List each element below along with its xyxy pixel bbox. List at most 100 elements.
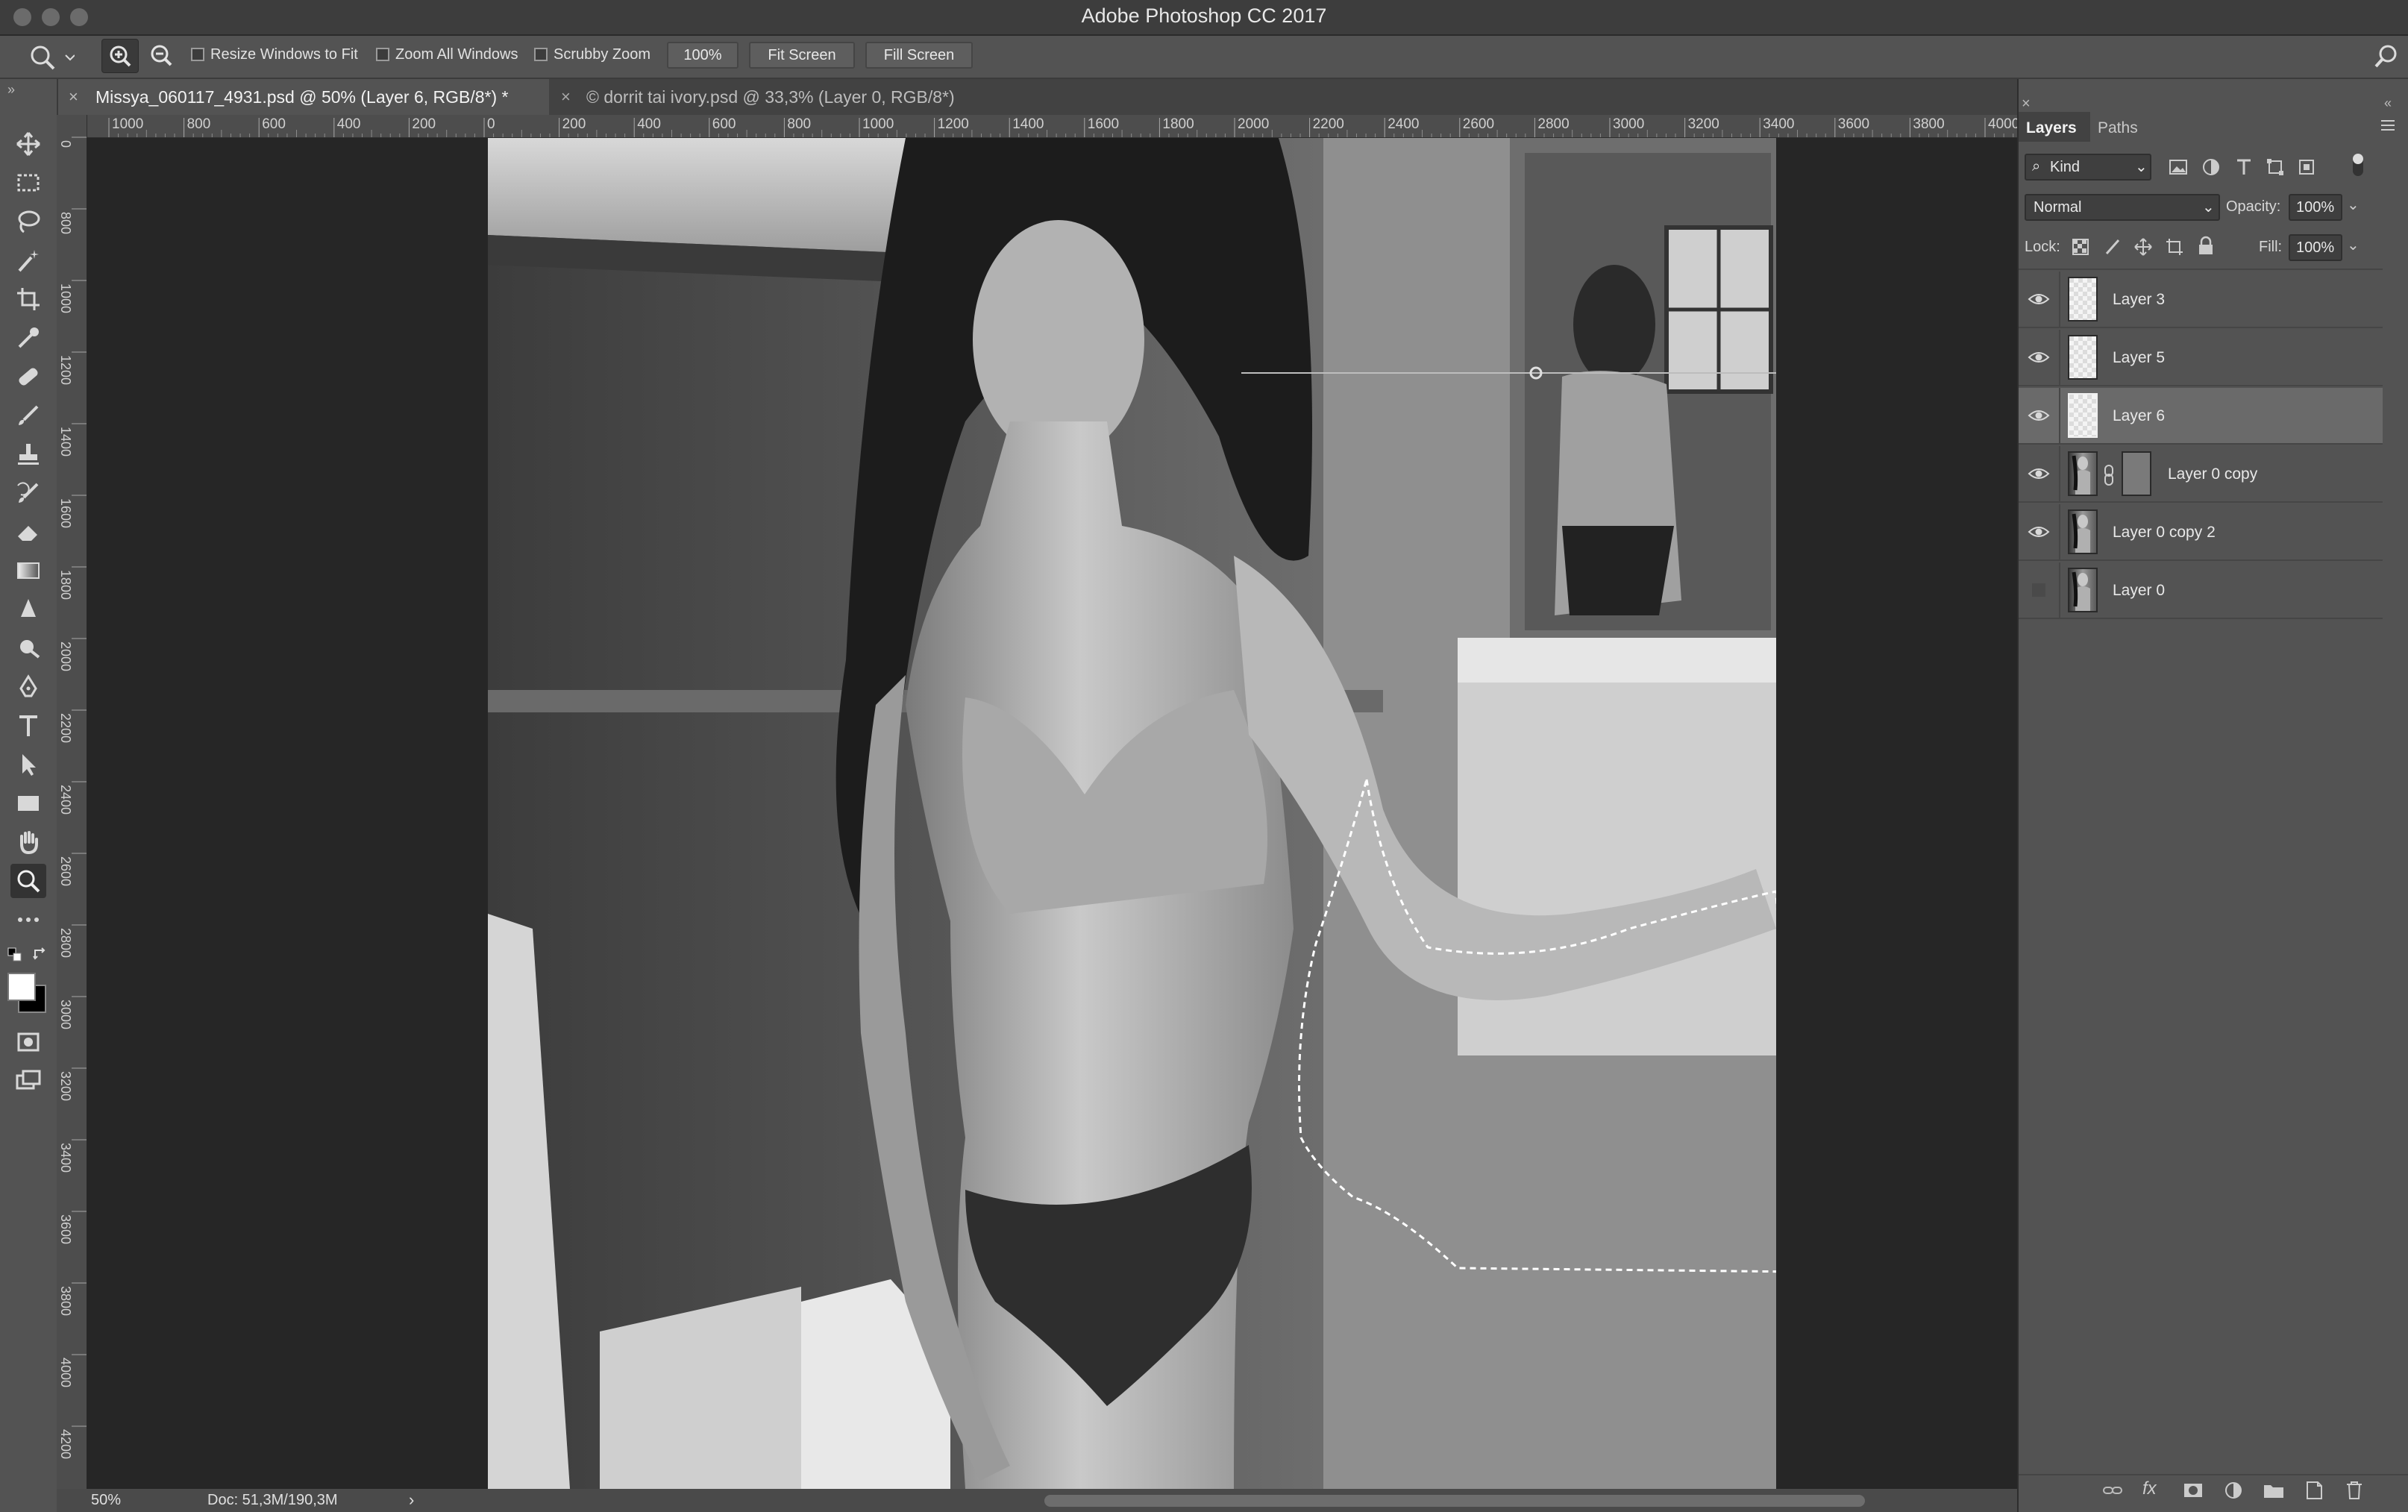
fill-screen-button[interactable]: Fill Screen: [865, 42, 973, 69]
rectangle-tool[interactable]: [10, 786, 46, 821]
opacity-input[interactable]: 100%: [2289, 194, 2342, 221]
ruler-label: 400: [337, 116, 361, 132]
eyedropper-tool[interactable]: [10, 321, 46, 355]
filter-shape-icon[interactable]: [2265, 157, 2286, 181]
document-canvas[interactable]: [488, 138, 1776, 1489]
eraser-tool[interactable]: [10, 515, 46, 549]
layer-row[interactable]: Layer 0 copy 2: [2019, 504, 2383, 561]
swap-colors-icon[interactable]: [33, 947, 48, 966]
tab-document-1[interactable]: Missya_060117_4931.psd @ 50% (Layer 6, R…: [95, 79, 509, 115]
close-tab-icon[interactable]: ×: [69, 79, 78, 115]
lock-position-icon[interactable]: [2133, 237, 2153, 260]
zoom-out-mode-button[interactable]: [146, 40, 176, 70]
new-group-folder-icon[interactable]: [2262, 1478, 2286, 1506]
screen-mode-button[interactable]: [10, 1064, 46, 1098]
move-tool[interactable]: [10, 127, 46, 161]
layer-mask-thumbnail[interactable]: [2122, 451, 2151, 496]
visibility-off-box[interactable]: [2028, 580, 2050, 600]
layer-row[interactable]: Layer 0: [2019, 562, 2383, 619]
pen-tool[interactable]: [10, 670, 46, 704]
clone-stamp-tool[interactable]: [10, 437, 46, 471]
layer-row[interactable]: Layer 3: [2019, 272, 2383, 328]
foreground-color-swatch[interactable]: [7, 973, 36, 1001]
healing-brush-tool[interactable]: [10, 360, 46, 394]
quick-mask-button[interactable]: [10, 1025, 46, 1059]
default-colors-icon[interactable]: [7, 947, 22, 966]
lock-all-icon[interactable]: [2196, 236, 2216, 260]
eye-visibility-icon[interactable]: [2028, 464, 2050, 483]
search-filter-icon: ⌕: [2032, 158, 2041, 175]
path-selection-tool[interactable]: [10, 747, 46, 782]
hand-tool[interactable]: [10, 825, 46, 859]
crop-tool[interactable]: [10, 282, 46, 316]
opacity-slider-chevron-icon[interactable]: ⌄: [2347, 195, 2360, 214]
marquee-tool[interactable]: [10, 166, 46, 200]
mask-link-chain-icon[interactable]: [2102, 464, 2116, 490]
resize-windows-checkbox[interactable]: [191, 48, 204, 61]
zoom-tool[interactable]: [10, 864, 46, 898]
lock-image-pixels-icon[interactable]: [2102, 237, 2122, 260]
filter-pixel-layer-icon[interactable]: [2168, 157, 2189, 181]
eye-visibility-icon[interactable]: [2028, 522, 2050, 542]
link-layers-icon[interactable]: [2101, 1478, 2125, 1506]
blur-tool[interactable]: [10, 592, 46, 627]
lock-transparent-pixels-icon[interactable]: [2071, 237, 2090, 260]
zoom-tool-preset-icon[interactable]: [27, 42, 75, 75]
panel-menu-icon[interactable]: [2380, 118, 2396, 137]
history-brush-tool[interactable]: [10, 476, 46, 510]
horizontal-scrollbar[interactable]: [1044, 1495, 1865, 1507]
blend-mode-select[interactable]: Normal ⌄: [2025, 194, 2220, 221]
tab-document-2[interactable]: © dorrit tai ivory.psd @ 33,3% (Layer 0,…: [586, 79, 955, 115]
status-menu-arrow[interactable]: ›: [409, 1490, 414, 1510]
ruler-label: 2200: [58, 713, 73, 743]
tab-layers[interactable]: Layers: [2026, 119, 2077, 137]
eye-visibility-icon[interactable]: [2028, 289, 2050, 309]
fit-screen-button[interactable]: Fit Screen: [749, 42, 855, 69]
zoom-all-windows-checkbox[interactable]: [376, 48, 389, 61]
filter-smart-object-icon[interactable]: [2296, 157, 2317, 181]
dodge-icon: [20, 640, 40, 659]
eye-visibility-icon[interactable]: [2028, 406, 2050, 425]
adjustment-layer-icon[interactable]: [2222, 1478, 2245, 1506]
scrubby-zoom-checkbox[interactable]: [534, 48, 548, 61]
magic-wand-tool[interactable]: [10, 243, 46, 277]
lock-artboard-icon[interactable]: [2165, 237, 2184, 260]
layer-row[interactable]: Layer 6: [2019, 388, 2383, 445]
edit-toolbar-button[interactable]: [10, 903, 46, 937]
type-tool[interactable]: [10, 709, 46, 743]
dodge-tool[interactable]: [10, 631, 46, 665]
filter-kind-select[interactable]: ⌕ Kind ⌄: [2025, 154, 2151, 181]
ruler-label: 1400: [58, 427, 73, 457]
zoom-100-button[interactable]: 100%: [667, 42, 739, 69]
arrow-cursor-icon: [22, 754, 36, 776]
zoom-in-mode-button[interactable]: [101, 39, 139, 73]
add-mask-icon[interactable]: [2181, 1478, 2205, 1506]
zoom-level-field[interactable]: 50%: [91, 1492, 121, 1509]
layer-row[interactable]: Layer 0 copy: [2019, 446, 2383, 503]
ruler-label: 600: [712, 116, 736, 132]
ruler-label: 3200: [58, 1071, 73, 1101]
gradient-tool[interactable]: [10, 553, 46, 588]
new-layer-icon[interactable]: [2302, 1478, 2326, 1506]
collapse-panel-icon[interactable]: «: [2384, 95, 2392, 111]
filter-toggle-switch[interactable]: [2353, 154, 2363, 176]
vertical-ruler[interactable]: 0 800 1000 1200 1400 1600 1800 2000 2200 2400 2600…: [57, 115, 87, 1489]
lasso-tool[interactable]: [10, 204, 46, 239]
search-icon[interactable]: [2372, 42, 2402, 75]
brush-tool[interactable]: [10, 398, 46, 433]
filter-adjustment-icon[interactable]: [2201, 157, 2222, 181]
delete-layer-trash-icon[interactable]: [2342, 1478, 2366, 1506]
eye-visibility-icon[interactable]: [2028, 348, 2050, 367]
fill-slider-chevron-icon[interactable]: ⌄: [2347, 236, 2360, 254]
horizontal-ruler[interactable]: 1000 800 600 400 200 0 200 400 600 800 1000 1200 140…: [87, 115, 2017, 138]
layer-row[interactable]: Layer 5: [2019, 330, 2383, 386]
close-tab-icon[interactable]: ×: [561, 79, 571, 115]
tab-paths[interactable]: Paths: [2098, 119, 2138, 137]
close-panel-icon[interactable]: ×: [2022, 95, 2031, 113]
layer-style-fx-icon[interactable]: fx: [2142, 1478, 2157, 1499]
fill-input[interactable]: 100%: [2289, 234, 2342, 261]
ruler-label: 1600: [1088, 116, 1119, 132]
collapse-tools-icon[interactable]: »: [7, 82, 15, 98]
blur-drop-icon: [21, 599, 36, 617]
filter-type-icon[interactable]: [2233, 157, 2254, 181]
